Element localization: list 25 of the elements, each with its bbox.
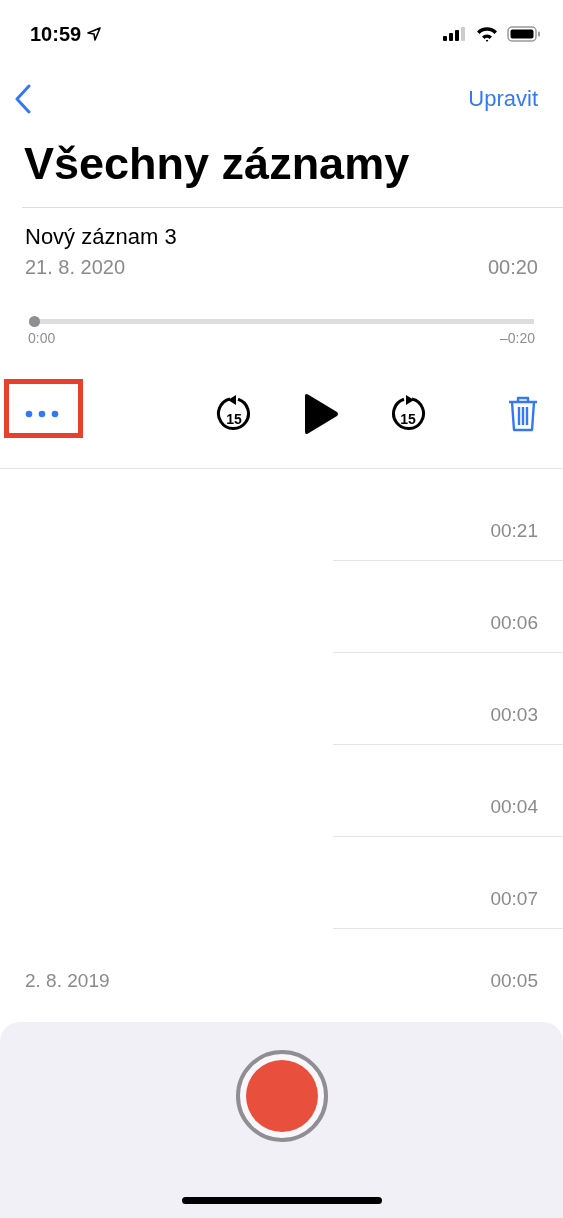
- delete-button[interactable]: [507, 396, 539, 432]
- recording-duration: 00:05: [490, 970, 538, 992]
- recording-duration: 00:03: [490, 704, 538, 726]
- recording-duration: 00:21: [490, 520, 538, 542]
- skip-forward-15-button[interactable]: 15: [389, 395, 426, 433]
- elapsed-time: 0:00: [28, 330, 56, 346]
- ellipsis-icon: [25, 410, 59, 418]
- recording-duration: 00:06: [490, 612, 538, 634]
- clock: 10:59: [30, 22, 82, 46]
- edit-button[interactable]: Upravit: [468, 86, 538, 112]
- battery-icon: [507, 26, 541, 42]
- recording-duration: 00:07: [490, 888, 538, 910]
- location-arrow-icon: [87, 27, 102, 41]
- skip-back-15-button[interactable]: 15: [215, 395, 252, 433]
- recording-duration: 00:04: [490, 796, 538, 818]
- playback-slider[interactable]: [29, 316, 534, 327]
- recording-date: 2. 8. 2019: [25, 970, 110, 992]
- back-button[interactable]: [14, 84, 32, 114]
- remaining-time: –0:20: [499, 330, 535, 346]
- recording-duration: 00:20: [487, 256, 538, 279]
- wifi-icon: [476, 26, 498, 42]
- page-title: Všechny záznamy: [24, 138, 410, 190]
- recording-title: Nový záznam 3: [25, 224, 177, 250]
- recording-date: 21. 8. 2020: [25, 256, 126, 279]
- signal-icon: [443, 27, 467, 41]
